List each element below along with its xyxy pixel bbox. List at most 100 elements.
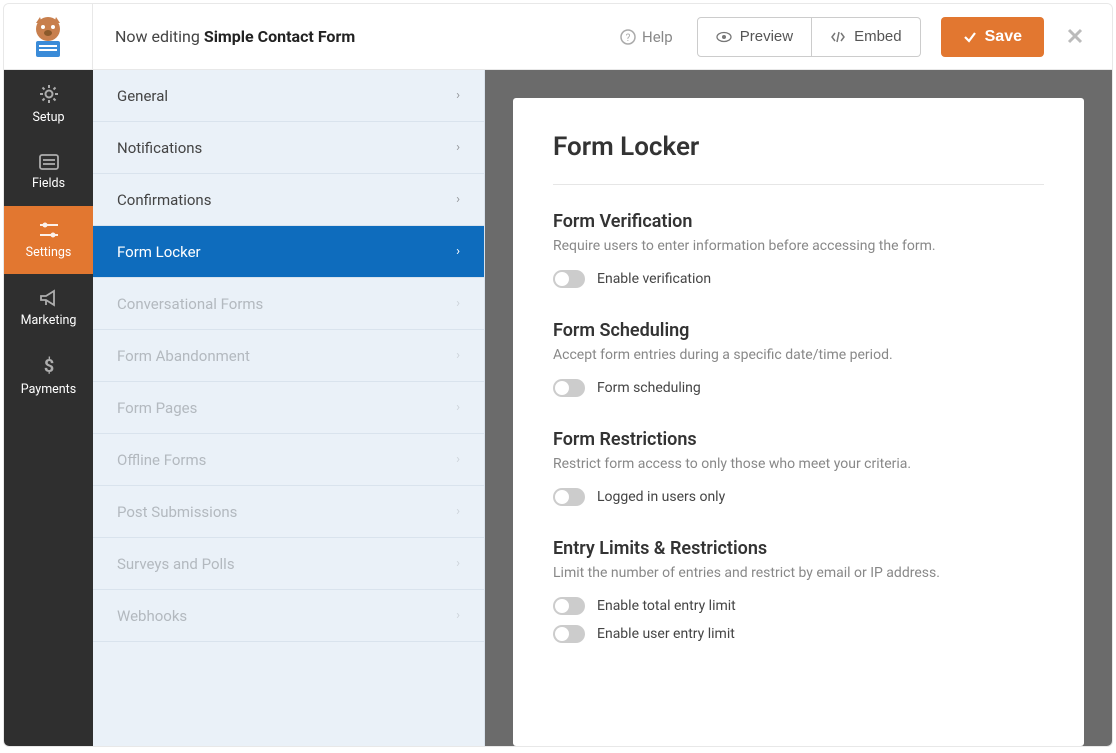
nav-marketing-label: Marketing (21, 313, 77, 328)
nav-setup[interactable]: Setup (4, 70, 93, 138)
sub-item-offline-forms[interactable]: Offline Forms › (93, 434, 484, 486)
toggle-switch[interactable] (553, 597, 585, 615)
toggle-row: Enable user entry limit (553, 625, 1044, 643)
nav-fields-label: Fields (32, 176, 65, 191)
chevron-right-icon: › (456, 88, 460, 103)
sub-item-label: Notifications (117, 139, 202, 157)
editing-label: Now editing (115, 27, 200, 46)
sub-item-label: Form Pages (117, 399, 197, 417)
sub-item-label: General (117, 87, 168, 105)
sub-item-notifications[interactable]: Notifications › (93, 122, 484, 174)
help-link[interactable]: ? Help (604, 28, 689, 46)
sub-item-label: Post Submissions (117, 503, 237, 521)
sub-item-confirmations[interactable]: Confirmations › (93, 174, 484, 226)
section-heading: Entry Limits & Restrictions (553, 538, 1044, 559)
toggle-label: Enable verification (597, 271, 711, 287)
toggle-row: Enable total entry limit (553, 597, 1044, 615)
main-nav: Setup Fields Settings Marketing $ Paymen… (4, 70, 93, 746)
toggle-label: Logged in users only (597, 489, 725, 505)
sub-item-post-submissions[interactable]: Post Submissions › (93, 486, 484, 538)
sub-item-label: Form Abandonment (117, 347, 250, 365)
code-icon (830, 29, 846, 45)
help-label: Help (642, 28, 673, 46)
topbar: Now editing Simple Contact Form ? Help P… (4, 4, 1112, 70)
nav-marketing[interactable]: Marketing (4, 274, 93, 342)
chevron-right-icon: › (456, 556, 460, 571)
section-desc: Limit the number of entries and restrict… (553, 565, 1044, 581)
chevron-right-icon: › (456, 348, 460, 363)
sub-item-label: Form Locker (117, 243, 201, 261)
dollar-icon: $ (41, 355, 57, 377)
save-label: Save (985, 28, 1022, 46)
preview-button[interactable]: Preview (697, 17, 812, 57)
sub-item-webhooks[interactable]: Webhooks › (93, 590, 484, 642)
section-desc: Accept form entries during a specific da… (553, 347, 1044, 363)
sub-item-conversational-forms[interactable]: Conversational Forms › (93, 278, 484, 330)
eye-icon (716, 29, 732, 45)
sub-item-label: Webhooks (117, 607, 187, 625)
section-desc: Require users to enter information befor… (553, 238, 1044, 254)
nav-settings-label: Settings (26, 245, 72, 260)
section-heading: Form Scheduling (553, 320, 1044, 341)
chevron-right-icon: › (456, 296, 460, 311)
section-entry-limits-restrictions: Entry Limits & Restrictions Limit the num… (553, 538, 1044, 643)
settings-subpanel: General›Notifications›Confirmations›Form… (93, 70, 485, 746)
sub-item-label: Offline Forms (117, 451, 206, 469)
close-button[interactable] (1044, 22, 1102, 52)
toggle-switch[interactable] (553, 488, 585, 506)
preview-label: Preview (740, 28, 793, 45)
page-title: Form Locker (553, 132, 1044, 185)
toggle-label: Form scheduling (597, 380, 701, 396)
toggle-switch[interactable] (553, 270, 585, 288)
logo[interactable] (4, 4, 93, 70)
embed-label: Embed (854, 28, 902, 45)
embed-button[interactable]: Embed (812, 17, 921, 57)
sub-item-label: Confirmations (117, 191, 211, 209)
nav-fields[interactable]: Fields (4, 138, 93, 206)
bullhorn-icon (38, 288, 60, 308)
svg-text:?: ? (626, 33, 631, 44)
chevron-right-icon: › (456, 452, 460, 467)
section-form-restrictions: Form Restrictions Restrict form access to… (553, 429, 1044, 506)
content-area: Form Locker Form Verification Require use… (485, 70, 1112, 746)
toggle-label: Enable total entry limit (597, 598, 736, 614)
preview-embed-group: Preview Embed (697, 17, 921, 57)
toggle-row: Logged in users only (553, 488, 1044, 506)
check-icon (963, 30, 977, 44)
sub-item-general[interactable]: General › (93, 70, 484, 122)
section-desc: Restrict form access to only those who m… (553, 456, 1044, 472)
toggle-row: Form scheduling (553, 379, 1044, 397)
sub-item-form-locker[interactable]: Form Locker › (93, 226, 484, 278)
nav-setup-label: Setup (32, 110, 64, 125)
form-title-area: Now editing Simple Contact Form (93, 27, 604, 46)
settings-card: Form Locker Form Verification Require use… (513, 98, 1084, 746)
sliders-icon (38, 220, 60, 240)
toggle-row: Enable verification (553, 270, 1044, 288)
chevron-right-icon: › (456, 244, 460, 259)
sub-item-label: Conversational Forms (117, 295, 263, 313)
svg-text:$: $ (43, 356, 53, 377)
toggle-switch[interactable] (553, 625, 585, 643)
chevron-right-icon: › (456, 192, 460, 207)
save-button[interactable]: Save (941, 17, 1044, 57)
toggle-label: Enable user entry limit (597, 626, 735, 642)
gear-icon (38, 83, 60, 105)
section-heading: Form Restrictions (553, 429, 1044, 450)
section-form-verification: Form Verification Require users to enter … (553, 211, 1044, 288)
chevron-right-icon: › (456, 608, 460, 623)
close-icon (1066, 27, 1084, 45)
sub-item-form-pages[interactable]: Form Pages › (93, 382, 484, 434)
chevron-right-icon: › (456, 504, 460, 519)
nav-payments[interactable]: $ Payments (4, 342, 93, 410)
sub-item-form-abandonment[interactable]: Form Abandonment › (93, 330, 484, 382)
form-name: Simple Contact Form (204, 27, 355, 46)
chevron-right-icon: › (456, 400, 460, 415)
section-heading: Form Verification (553, 211, 1044, 232)
nav-payments-label: Payments (21, 382, 76, 397)
sub-item-surveys-and-polls[interactable]: Surveys and Polls› (93, 538, 484, 590)
section-form-scheduling: Form Scheduling Accept form entries durin… (553, 320, 1044, 397)
nav-settings[interactable]: Settings (4, 206, 93, 274)
help-icon: ? (620, 29, 636, 45)
chevron-right-icon: › (456, 140, 460, 155)
toggle-switch[interactable] (553, 379, 585, 397)
